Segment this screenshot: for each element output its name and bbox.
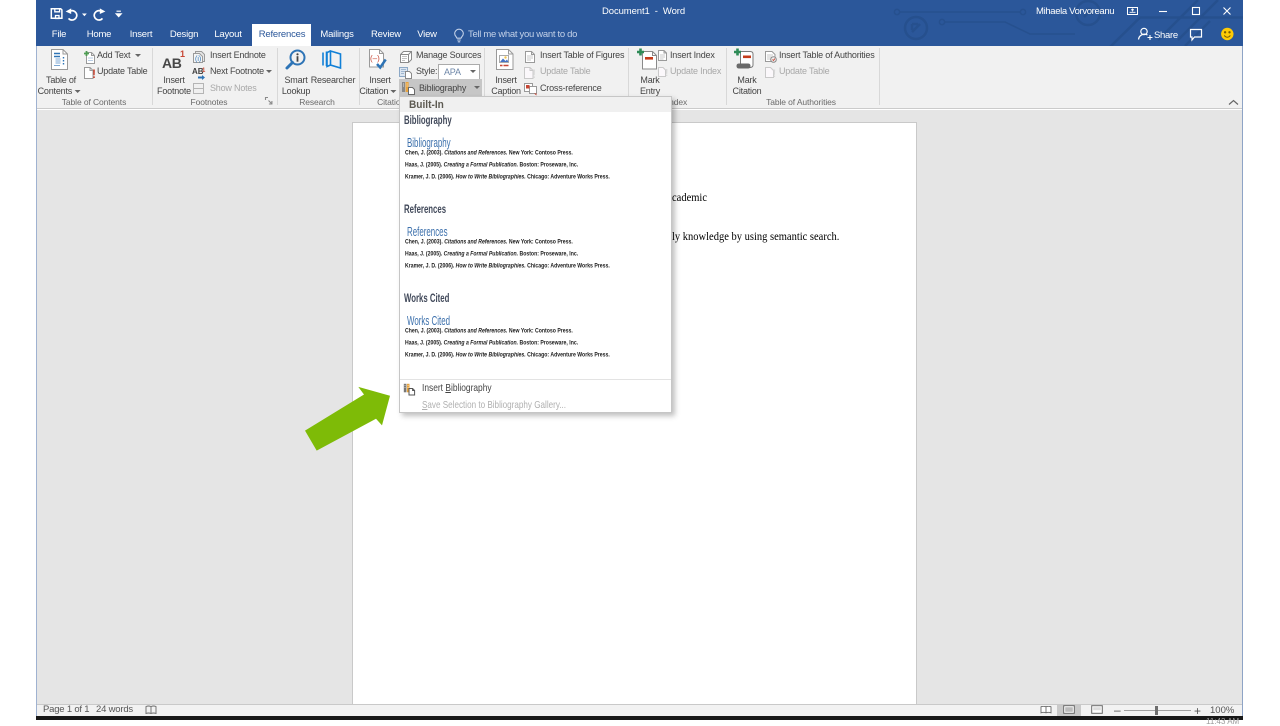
svg-text:!: !: [532, 67, 536, 80]
svg-text:!: !: [773, 68, 777, 79]
svg-text:!: !: [92, 67, 96, 80]
svg-text:Share: Share: [1154, 30, 1178, 41]
svg-text:(–): (–): [370, 54, 380, 63]
svg-text:(i): (i): [195, 56, 201, 63]
svg-text:!: !: [665, 68, 668, 78]
svg-text:1: 1: [202, 68, 206, 74]
